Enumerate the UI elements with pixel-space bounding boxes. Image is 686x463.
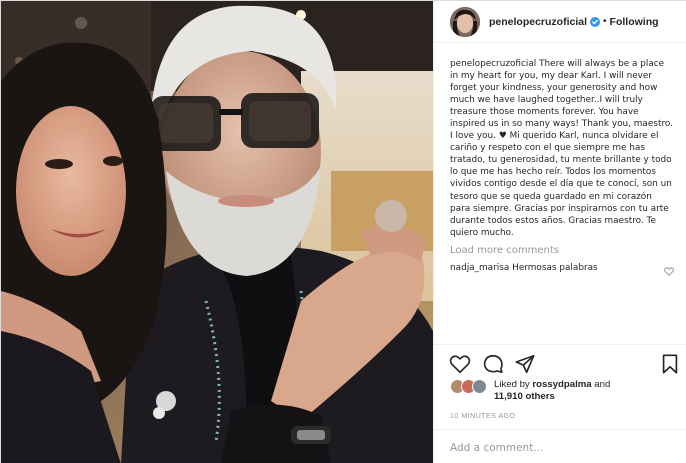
post-timestamp[interactable]: 10 MINUTES AGO (450, 411, 516, 420)
add-comment-input[interactable]: Add a comment... (434, 429, 686, 463)
comment-text: Hermosas palabras (512, 262, 598, 273)
share-icon[interactable] (514, 353, 536, 375)
comment-icon[interactable] (482, 353, 504, 375)
liker-avatar[interactable] (472, 379, 487, 394)
follow-separator: • (603, 16, 607, 27)
comment-username[interactable]: nadja_marisa (450, 263, 509, 273)
following-button[interactable]: Following (610, 16, 659, 28)
load-more-comments-button[interactable]: Load more comments (450, 245, 674, 256)
caption-username[interactable]: penelopecruzoficial (450, 59, 536, 69)
author-username[interactable]: penelopecruzoficial (489, 16, 587, 28)
bookmark-icon[interactable] (659, 353, 681, 375)
comment-item: nadja_marisa Hermosas palabras (450, 263, 674, 276)
post-actions-bar (434, 344, 686, 378)
post-caption: penelopecruzoficial There will always be… (450, 58, 674, 239)
post-header: penelopecruzoficial • Following (434, 1, 686, 43)
caption-text: There will always be a place in my heart… (450, 59, 673, 238)
heart-icon[interactable] (449, 353, 471, 375)
likes-and: and (594, 379, 611, 390)
likes-user-link[interactable]: rossydpalma (532, 379, 591, 390)
liker-avatars (450, 379, 494, 397)
post-photo-image (1, 1, 433, 463)
likes-count-link[interactable]: 11,910 others (494, 391, 555, 402)
verified-badge-icon (590, 16, 601, 27)
post-photo[interactable] (1, 1, 433, 463)
likes-summary: Liked by rossydpalma and 11,910 others (450, 379, 680, 409)
author-avatar-image (450, 6, 480, 37)
likes-text: Liked by rossydpalma and 11,910 others (494, 379, 610, 403)
author-avatar[interactable] (450, 6, 480, 37)
comment-like-icon[interactable] (664, 267, 674, 276)
post-sidebar: penelopecruzoficial • Following penelope… (433, 1, 686, 463)
likes-prefix: Liked by (494, 379, 530, 390)
instagram-post: penelopecruzoficial • Following penelope… (0, 0, 686, 463)
comments-section: penelopecruzoficial There will always be… (434, 44, 686, 342)
